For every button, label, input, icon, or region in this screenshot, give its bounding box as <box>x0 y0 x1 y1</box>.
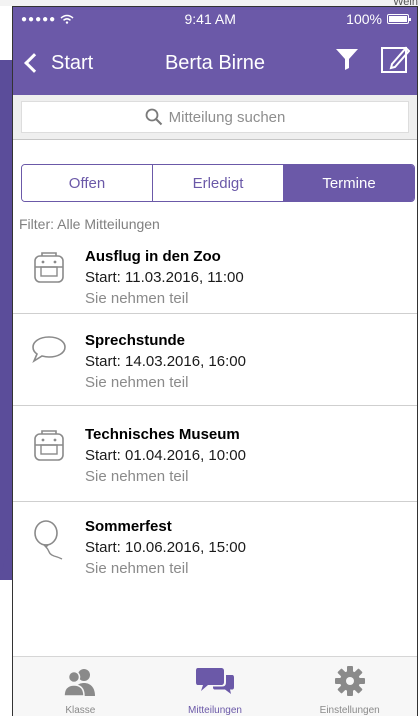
nav-actions <box>331 43 411 75</box>
item-status: Sie nehmen teil <box>85 468 189 485</box>
list-item[interactable]: Ausflug in den Zoo Start: 11.03.2016, 11… <box>13 238 417 314</box>
filter-icon <box>336 49 358 70</box>
search-input[interactable]: Mitteilung suchen <box>21 101 409 133</box>
segmented-control: Offen Erledigt Termine <box>21 164 415 202</box>
compose-icon <box>381 46 410 73</box>
item-title: Sommerfest <box>85 518 172 535</box>
tab-bar: Klasse Mitteilungen Einstellungen <box>13 656 417 716</box>
speech-bubble-icon <box>32 336 66 364</box>
item-status: Sie nehmen teil <box>85 374 189 391</box>
chevron-left-icon <box>24 53 44 73</box>
search-icon <box>145 108 162 126</box>
app-header: ●●●●● 9:41 AM 100% Start Berta Birne <box>13 7 417 95</box>
list-item[interactable]: Technisches Museum Start: 01.04.2016, 10… <box>13 406 417 502</box>
battery-indicator: 100% <box>346 11 411 27</box>
item-icon-wrap <box>13 246 85 303</box>
item-icon-wrap <box>13 330 85 395</box>
segment-offen[interactable]: Offen <box>22 165 153 201</box>
chat-icon <box>196 668 234 694</box>
segment-erledigt[interactable]: Erledigt <box>153 165 284 201</box>
filter-button[interactable] <box>331 43 363 75</box>
signal-dots-icon: ●●●●● <box>21 13 57 25</box>
back-button[interactable]: Start <box>13 52 93 75</box>
item-title: Sprechstunde <box>85 332 186 349</box>
item-body: Technisches Museum Start: 01.04.2016, 10… <box>85 424 246 491</box>
status-bar: ●●●●● 9:41 AM 100% <box>13 7 417 31</box>
item-status: Sie nehmen teil <box>85 290 189 307</box>
back-label: Start <box>51 51 94 74</box>
tab-label: Mitteilungen <box>188 705 242 716</box>
item-title: Ausflug in den Zoo <box>85 248 221 265</box>
list-item[interactable]: Sommerfest Start: 10.06.2016, 15:00 Sie … <box>13 502 417 594</box>
signal-indicator: ●●●●● <box>21 14 74 25</box>
item-body: Sprechstunde Start: 14.03.2016, 16:00 Si… <box>85 330 246 395</box>
battery-percent: 100% <box>346 11 382 27</box>
item-body: Sommerfest Start: 10.06.2016, 15:00 Sie … <box>85 516 246 584</box>
search-placeholder: Mitteilung suchen <box>168 108 286 126</box>
tab-label: Klasse <box>65 705 96 716</box>
filter-label: Filter: Alle Mitteilungen <box>19 216 160 232</box>
list-item[interactable]: Sprechstunde Start: 14.03.2016, 16:00 Si… <box>13 314 417 406</box>
item-body: Ausflug in den Zoo Start: 11.03.2016, 11… <box>85 246 244 307</box>
event-list: Ausflug in den Zoo Start: 11.03.2016, 11… <box>13 238 417 594</box>
item-start: Start: 11.03.2016, 11:00 <box>85 269 244 286</box>
item-icon-wrap <box>13 424 85 491</box>
tab-mitteilungen[interactable]: Mitteilungen <box>148 657 283 716</box>
tab-label: Einstellungen <box>319 705 380 716</box>
item-icon-wrap <box>13 516 85 584</box>
backpack-icon <box>34 430 64 461</box>
backpack-icon <box>34 252 64 283</box>
tab-klasse[interactable]: Klasse <box>13 657 148 716</box>
search-divider <box>13 139 417 140</box>
item-title: Technisches Museum <box>85 426 240 443</box>
phone-screen: ●●●●● 9:41 AM 100% Start Berta Birne Mit… <box>12 6 418 716</box>
item-status: Sie nehmen teil <box>85 560 189 577</box>
gear-icon <box>334 666 365 696</box>
tab-einstellungen[interactable]: Einstellungen <box>282 657 417 716</box>
status-time: 9:41 AM <box>184 11 236 27</box>
wifi-icon <box>60 14 74 24</box>
battery-icon <box>386 14 411 24</box>
segment-termine[interactable]: Termine <box>284 165 414 201</box>
people-icon <box>63 669 96 697</box>
item-start: Start: 01.04.2016, 10:00 <box>85 447 246 464</box>
item-start: Start: 10.06.2016, 15:00 <box>85 539 246 556</box>
search-bar: Mitteilung suchen <box>13 95 417 139</box>
item-start: Start: 14.03.2016, 16:00 <box>85 353 246 370</box>
balloon-icon <box>34 520 63 560</box>
nav-bar: Start Berta Birne <box>13 31 417 95</box>
compose-button[interactable] <box>379 43 411 75</box>
